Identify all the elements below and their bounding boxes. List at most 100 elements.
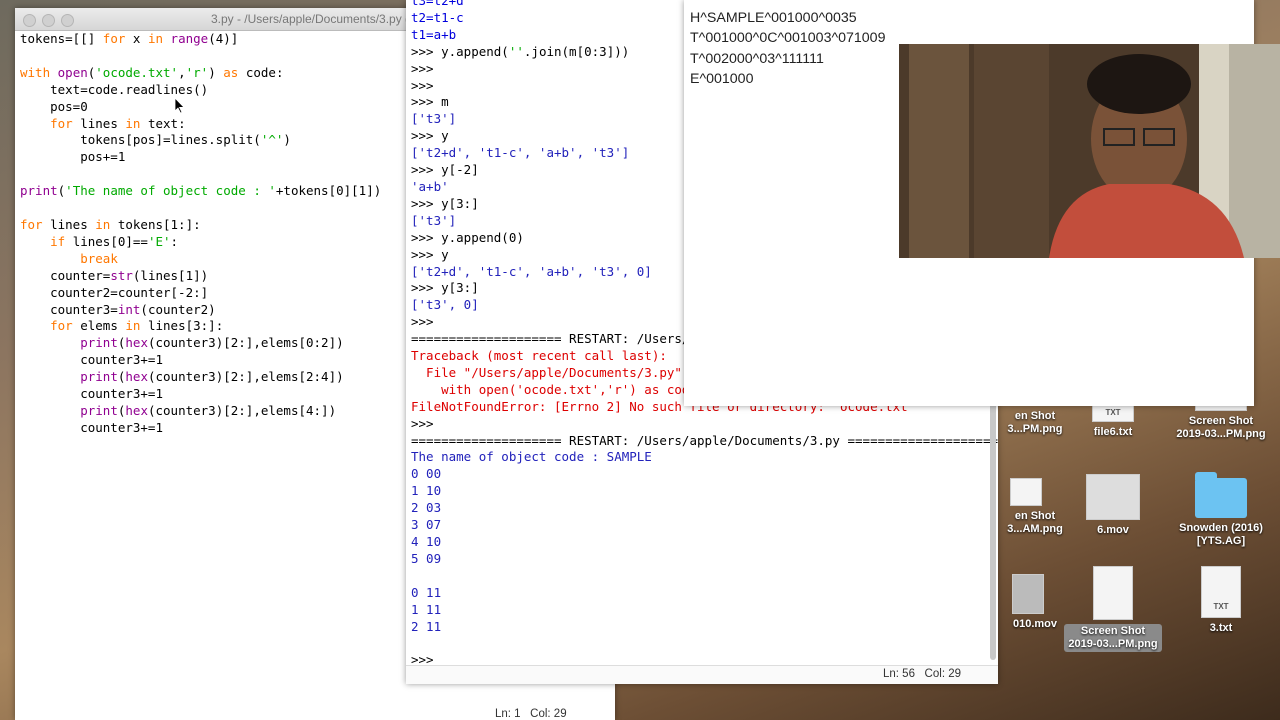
code-token: ['t2+d', 't1-c', 'a+b', 't3', 0] [411, 263, 652, 279]
code-line: print(hex(counter3)[2:],elems[2:4]) [20, 369, 381, 386]
code-token: for [102, 31, 126, 46]
code-token: lines [72, 115, 126, 131]
code-token: '' [508, 43, 524, 59]
code-token: ==================== RESTART: /Users/ap [411, 331, 705, 347]
code-token: lines[0]== [65, 233, 148, 249]
code-token: in [125, 115, 141, 131]
code-token: >>> y [411, 246, 449, 262]
editor-code-area[interactable]: tokens=[[] for x in range(4)]​with open(… [20, 31, 381, 437]
shell-line: ==================== RESTART: /Users/app… [411, 433, 998, 450]
shell-line: 0 11 [411, 585, 998, 602]
shell-line: 0 00 [411, 466, 998, 483]
text-file-line: E^001000 [690, 70, 754, 87]
code-token: code: [238, 64, 284, 80]
code-token: in [147, 31, 164, 46]
code-line: tokens=[[] for x in range(4)] [20, 31, 381, 48]
shell-statusbar: Ln: 56 Col: 29 [406, 665, 998, 684]
image-file-icon [1093, 566, 1133, 620]
code-token: for [50, 115, 73, 131]
image-file-icon [1010, 478, 1042, 506]
code-token: range [170, 31, 209, 46]
code-token: >>> y[-2] [411, 162, 479, 178]
code-token: ['t3'] [411, 212, 457, 228]
code-token: with [20, 64, 51, 80]
code-token: int [117, 301, 141, 317]
code-token: (4)] [208, 31, 239, 46]
desktop-icon-3txt[interactable]: TXT 3.txt [1166, 566, 1276, 635]
code-token: counter3= [20, 301, 118, 317]
text-file-line: T^002000^03^111111 [690, 50, 824, 67]
shell-line: The name of object code : SAMPLE [411, 449, 998, 466]
desktop-icon-6mov[interactable]: 6.mov [1058, 474, 1168, 537]
code-line: counter3+=1 [20, 352, 381, 369]
code-token: >>> [411, 415, 434, 431]
code-token: hex [125, 402, 148, 418]
code-token: counter= [20, 267, 111, 283]
code-token: counter3+=1 [20, 352, 163, 368]
desktop-icon-file6[interactable]: TXT file6.txt [1058, 404, 1168, 439]
code-line: ​ [20, 200, 381, 217]
desktop-icon-label: 6.mov [1097, 524, 1129, 536]
code-line: for lines in tokens[1:]: [20, 217, 381, 234]
code-token: File "/Users/apple/Documents/3.py", l [411, 364, 705, 380]
code-line: break [20, 251, 381, 268]
code-line: print(hex(counter3)[2:],elems[4:]) [20, 403, 381, 420]
text-file-content[interactable]: H^SAMPLE^001000^0035 T^001000^0C^001003^0… [690, 8, 885, 89]
code-token: print [80, 369, 118, 385]
code-token: open [57, 64, 88, 80]
code-line: for elems in lines[3:]: [20, 318, 381, 335]
code-token: 'r' [185, 64, 209, 80]
desktop-icon-screenshot-4[interactable]: Screen Shot 2019-03...PM.png [1058, 566, 1168, 652]
shell-line: 3 07 [411, 517, 998, 534]
code-line: ​ [20, 166, 381, 183]
code-token: with open('ocode.txt','r') as code: [411, 381, 705, 397]
text-file-line: T^001000^0C^001003^071009 [690, 30, 886, 47]
code-token: print [20, 183, 58, 199]
code-line: print('The name of object code : '+token… [20, 183, 381, 200]
code-token: lines[3:]: [140, 318, 224, 334]
code-token: x [125, 31, 148, 46]
code-token: 0 00 [411, 466, 442, 482]
shell-line: 4 10 [411, 534, 998, 551]
code-line: ​ [20, 48, 381, 65]
shell-line: 1 11 [411, 602, 998, 619]
code-token: hex [125, 369, 148, 385]
desktop-icon-label: Screen Shot 2019-03...PM.png [1064, 624, 1162, 652]
desktop-icon-label: 3.txt [1209, 622, 1233, 634]
code-token: elems [72, 318, 126, 334]
desktop-icon-snowden-folder[interactable]: Snowden (2016) [YTS.AG] [1166, 472, 1276, 548]
shell-status: Ln: 56 Col: 29 [883, 668, 961, 680]
code-line: text=code.readlines() [20, 82, 381, 99]
code-token: in [95, 216, 111, 232]
code-token: , [178, 64, 186, 80]
code-line: print(hex(counter3)[2:],elems[0:2]) [20, 335, 381, 352]
code-token: (counter3)[2:],elems[4:]) [147, 402, 337, 418]
code-token: ) [208, 64, 224, 80]
shell-line: 2 03 [411, 500, 998, 517]
code-token: >>> y.append(0) [411, 229, 524, 245]
code-token: 1 11 [411, 601, 442, 617]
code-token: >>> [411, 60, 434, 76]
code-token: break [80, 250, 118, 266]
code-token: t2=t1-c [411, 9, 464, 25]
code-token: text: [140, 115, 186, 131]
presenter-video-frame [899, 44, 1280, 258]
code-token: >>> y[3:] [411, 195, 479, 211]
code-token: 4 10 [411, 534, 442, 549]
editor-status: Ln: 1 Col: 29 [495, 708, 567, 720]
desktop-icon-label: 010.mov [1012, 618, 1058, 630]
desktop-icon-screenshot-2[interactable]: Screen Shot 2019-03...PM.png [1166, 404, 1276, 441]
code-token: t3=t2+d [411, 0, 464, 8]
code-token: >>> [411, 314, 434, 330]
code-token: (lines[1]) [132, 267, 209, 283]
shell-line: 2 11 [411, 619, 998, 636]
code-line: counter3+=1 [20, 420, 381, 437]
code-token: t1=a+b [411, 26, 457, 42]
code-token: ['t2+d', 't1-c', 'a+b', 't3'] [411, 145, 630, 161]
shell-line: ​ [411, 635, 998, 652]
code-token: lines [42, 216, 96, 232]
code-token: tokens=[[] [20, 31, 103, 46]
desktop-icon-label: en Shot 3...PM.png [1007, 410, 1063, 435]
